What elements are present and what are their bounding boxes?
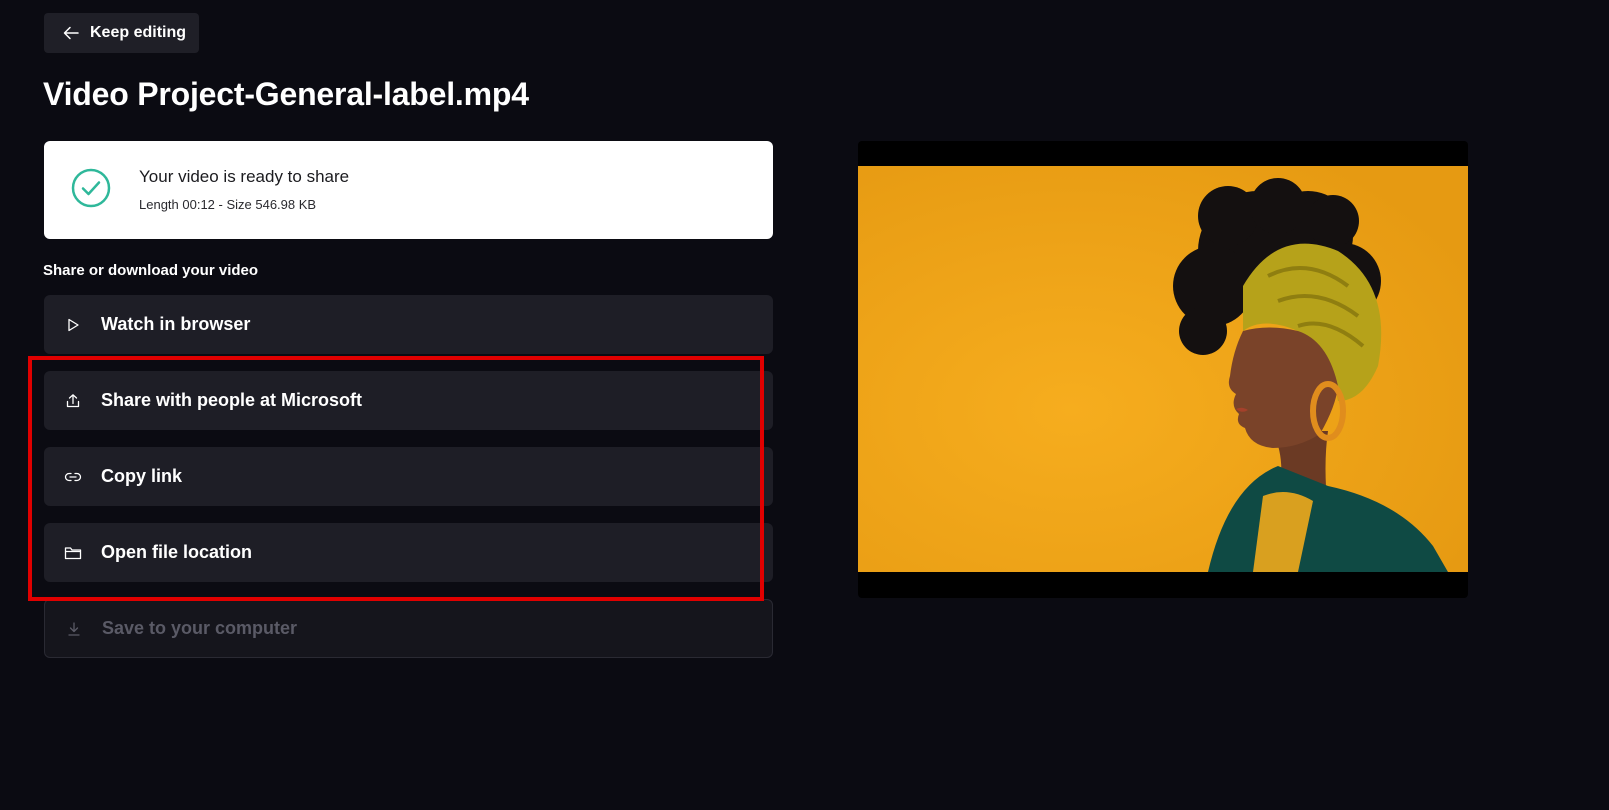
arrow-left-icon (62, 24, 80, 42)
copy-link-button[interactable]: Copy link (44, 447, 773, 506)
save-to-computer-label: Save to your computer (102, 618, 298, 638)
video-preview[interactable] (858, 141, 1468, 598)
open-file-location-label: Open file location (101, 542, 253, 562)
page-title: Video Project-General-label.mp4 (43, 76, 529, 112)
video-preview-image (858, 166, 1468, 572)
play-icon (63, 315, 83, 335)
save-to-computer-button[interactable]: Save to your computer (44, 599, 773, 658)
link-icon (63, 467, 83, 487)
keep-editing-button[interactable]: Keep editing (44, 13, 199, 53)
watch-in-browser-label: Watch in browser (101, 314, 251, 334)
download-icon (64, 619, 84, 639)
share-with-microsoft-button[interactable]: Share with people at Microsoft (44, 371, 773, 430)
share-upload-icon (63, 391, 83, 411)
copy-link-label: Copy link (101, 466, 183, 486)
keep-editing-label: Keep editing (90, 24, 187, 41)
status-headline: Your video is ready to share (139, 167, 350, 186)
share-with-microsoft-label: Share with people at Microsoft (101, 390, 363, 410)
video-export-page: Keep editing Video Project-General-label… (0, 0, 1609, 810)
check-circle-icon (71, 168, 111, 208)
watch-in-browser-button[interactable]: Watch in browser (44, 295, 773, 354)
folder-icon (63, 543, 83, 563)
share-section-label: Share or download your video (43, 262, 259, 279)
open-file-location-button[interactable]: Open file location (44, 523, 773, 582)
status-card: Your video is ready to share Length 00:1… (44, 141, 773, 239)
status-meta: Length 00:12 - Size 546.98 KB (139, 197, 317, 212)
